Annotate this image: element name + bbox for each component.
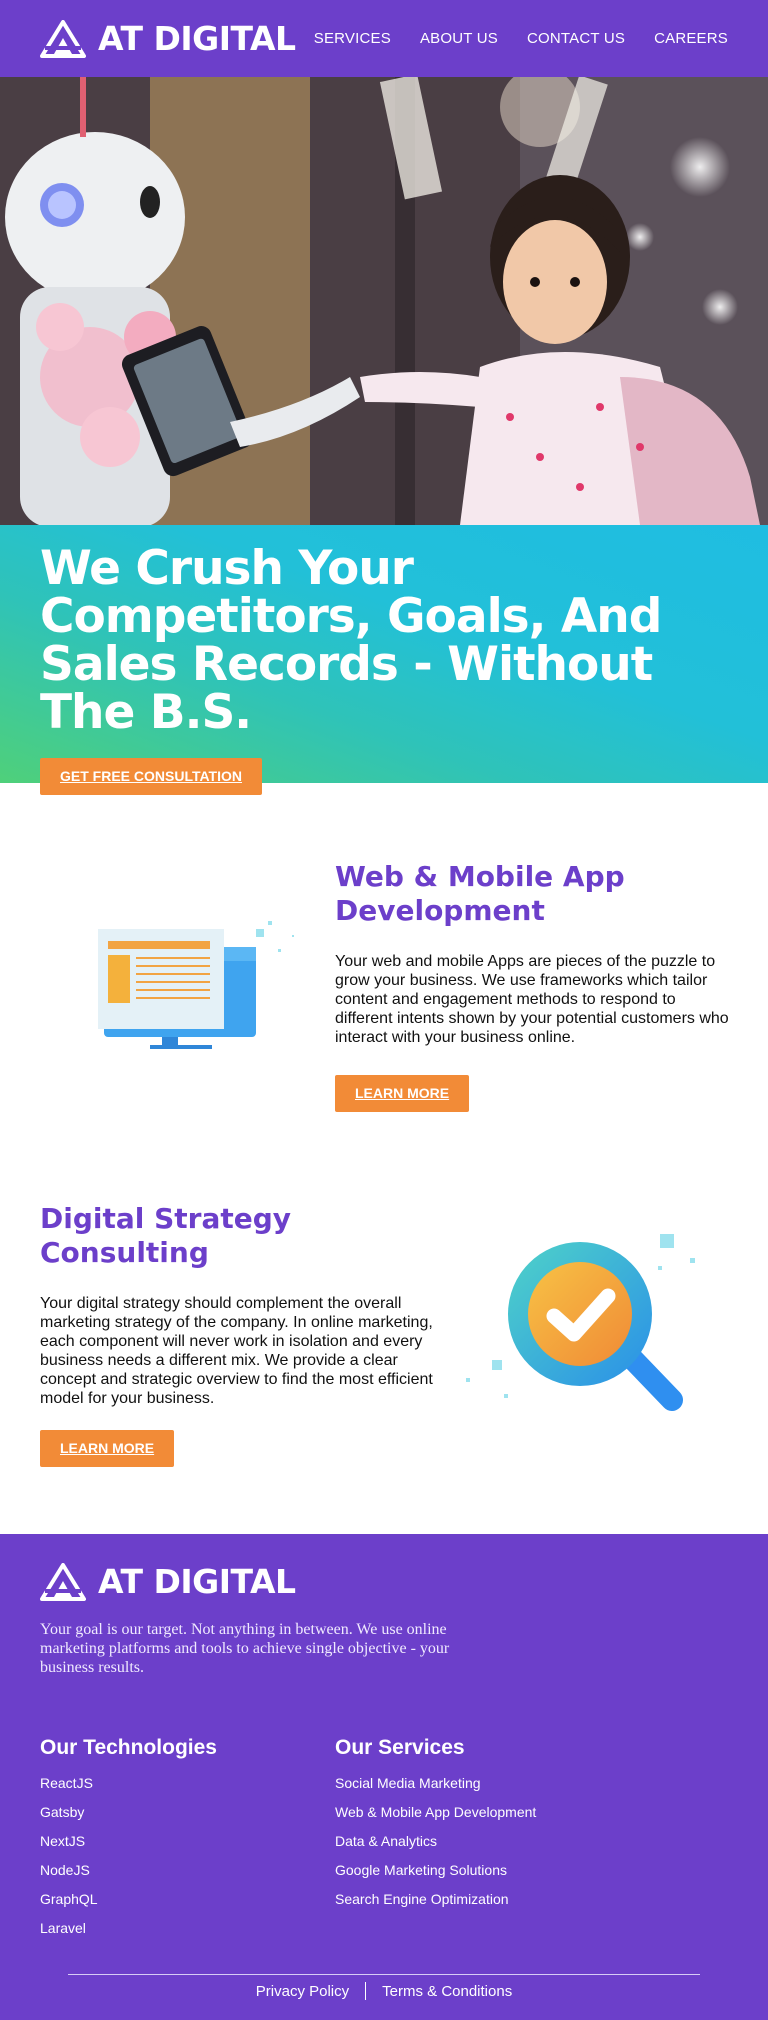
tech-link-nextjs[interactable]: NextJS: [40, 1832, 300, 1861]
service-link-app-development[interactable]: Web & Mobile App Development: [335, 1803, 595, 1832]
brand-logo[interactable]: AT DIGITAL: [40, 19, 296, 58]
nav-about-us[interactable]: ABOUT US: [420, 30, 498, 47]
service-description: Your digital strategy should complement …: [40, 1295, 433, 1407]
terms-link[interactable]: Terms & Conditions: [382, 1983, 512, 2000]
hero-photo: [0, 77, 768, 525]
logo-triangle-icon: [40, 19, 86, 58]
tech-link-laravel[interactable]: Laravel: [40, 1919, 300, 1948]
service-link-social-media[interactable]: Social Media Marketing: [335, 1774, 595, 1803]
service-digital-strategy: Digital Strategy Consulting Your digital…: [40, 1202, 440, 1467]
monitor-icon: [92, 917, 302, 1062]
learn-more-button[interactable]: LEARN MORE: [40, 1430, 175, 1467]
learn-more-button[interactable]: LEARN MORE: [335, 1075, 470, 1112]
service-title: Digital Strategy Consulting: [40, 1202, 292, 1269]
service-link-google-marketing[interactable]: Google Marketing Solutions: [335, 1861, 595, 1890]
tech-link-nodejs[interactable]: NodeJS: [40, 1861, 300, 1890]
tech-link-gatsby[interactable]: Gatsby: [40, 1803, 300, 1832]
tech-link-reactjs[interactable]: ReactJS: [40, 1774, 300, 1803]
footer-divider: [68, 1974, 700, 1975]
brand-name: AT DIGITAL: [98, 19, 296, 58]
hero-headline: We Crush Your Competitors, Goals, And Sa…: [40, 541, 662, 740]
services-heading: Our Services: [335, 1736, 465, 1759]
legal-separator: [365, 1982, 367, 2000]
services-column: Our Services Social Media Marketing Web …: [335, 1736, 595, 1919]
tech-link-graphql[interactable]: GraphQL: [40, 1890, 300, 1919]
magnifier-check-icon: [462, 1230, 702, 1435]
service-title: Web & Mobile App Development: [335, 860, 625, 927]
main-nav: SERVICES ABOUT US CONTACT US CAREERS: [314, 30, 728, 47]
service-description: Your web and mobile Apps are pieces of t…: [335, 953, 729, 1046]
service-link-seo[interactable]: Search Engine Optimization: [335, 1890, 595, 1919]
logo-triangle-icon: [40, 1562, 86, 1601]
footer-tagline: Your goal is our target. Not anything in…: [40, 1621, 450, 1676]
technologies-column: Our Technologies ReactJS Gatsby NextJS N…: [40, 1736, 300, 1948]
privacy-policy-link[interactable]: Privacy Policy: [256, 1983, 349, 2000]
nav-contact-us[interactable]: CONTACT US: [527, 30, 625, 47]
nav-careers[interactable]: CAREERS: [654, 30, 728, 47]
legal-links: Privacy Policy Terms & Conditions: [0, 1982, 768, 2000]
hero-banner: We Crush Your Competitors, Goals, And Sa…: [0, 525, 768, 795]
technologies-heading: Our Technologies: [40, 1736, 217, 1759]
service-link-data-analytics[interactable]: Data & Analytics: [335, 1832, 595, 1861]
nav-services[interactable]: SERVICES: [314, 30, 391, 47]
free-consultation-button[interactable]: GET FREE CONSULTATION: [40, 758, 262, 795]
site-header: AT DIGITAL SERVICES ABOUT US CONTACT US …: [0, 0, 768, 77]
site-footer: AT DIGITAL Your goal is our target. Not …: [0, 1534, 768, 2020]
brand-name: AT DIGITAL: [98, 1562, 296, 1601]
footer-brand-logo[interactable]: AT DIGITAL: [40, 1562, 296, 1601]
service-web-mobile: Web & Mobile App Development Your web an…: [335, 860, 735, 1112]
